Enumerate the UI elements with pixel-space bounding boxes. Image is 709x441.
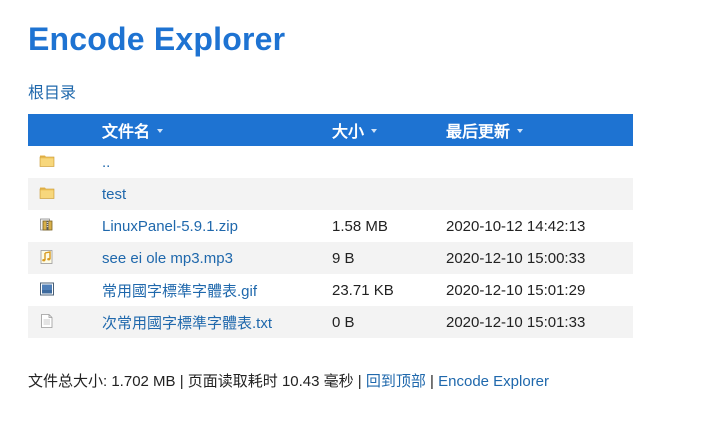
footer-separator: | xyxy=(425,373,439,390)
file-size: 1.58 MB xyxy=(332,217,388,235)
folder-icon xyxy=(39,187,55,199)
page-footer: 文件总大小: 1.702 MB | 页面读取耗时 10.43 毫秒 | 回到顶部… xyxy=(28,372,549,392)
table-row: .. xyxy=(28,146,633,178)
archive-icon xyxy=(40,218,53,230)
sort-by-size-button[interactable]: 大小 xyxy=(332,114,446,146)
audio-icon xyxy=(40,249,53,264)
column-size-label: 大小 xyxy=(332,124,365,141)
file-size: 0 B xyxy=(332,306,446,338)
file-size: 23.71 KB xyxy=(332,281,394,299)
back-to-top-link[interactable]: 回到顶部 xyxy=(366,373,426,390)
page-title[interactable]: Encode Explorer xyxy=(28,19,285,59)
file-size xyxy=(332,178,446,210)
parent-directory-link[interactable]: .. xyxy=(102,154,110,171)
table-row: test xyxy=(28,178,633,210)
file-size: 9 B xyxy=(332,242,446,274)
file-modified: 2020-12-10 15:01:33 xyxy=(446,306,633,338)
file-link[interactable]: see ei ole mp3.mp3 xyxy=(102,250,233,267)
file-modified xyxy=(446,146,633,178)
folder-icon xyxy=(39,155,55,167)
sort-arrow-icon xyxy=(517,128,524,133)
table-row: see ei ole mp3.mp3 9 B 2020-12-10 15:00:… xyxy=(28,242,633,274)
table-row: 次常用國字標準字體表.txt 0 B 2020-12-10 15:01:33 xyxy=(28,306,633,338)
header-icon-cell xyxy=(28,114,102,146)
file-modified xyxy=(446,178,633,210)
sort-arrow-icon xyxy=(371,128,378,133)
image-icon xyxy=(40,282,54,296)
file-size xyxy=(332,146,446,178)
file-link[interactable]: 次常用國字標準字體表.txt xyxy=(102,315,272,332)
column-modified-label: 最后更新 xyxy=(446,124,511,141)
footer-brand-link[interactable]: Encode Explorer xyxy=(438,373,549,390)
table-header-row: 文件名 大小 最后更新 xyxy=(28,114,633,146)
table-row: 常用國字標準字體表.gif 23.71 KB 2020-12-10 15:01:… xyxy=(28,274,633,306)
sort-arrow-icon xyxy=(157,128,164,133)
file-link[interactable]: 常用國字標準字體表.gif xyxy=(102,283,257,300)
file-link[interactable]: LinuxPanel-5.9.1.zip xyxy=(102,218,238,235)
footer-stats: 文件总大小: 1.702 MB | 页面读取耗时 10.43 毫秒 | xyxy=(28,373,366,390)
breadcrumb-root[interactable]: 根目录 xyxy=(28,84,76,104)
file-link[interactable]: test xyxy=(102,186,126,203)
text-file-icon xyxy=(41,313,53,328)
sort-by-name-button[interactable]: 文件名 xyxy=(102,114,332,146)
file-table: 文件名 大小 最后更新 .. test LinuxPanel-5.9.1.zip… xyxy=(28,114,633,338)
file-modified: 2020-12-10 15:00:33 xyxy=(446,242,633,274)
file-modified: 2020-12-10 15:01:29 xyxy=(446,281,586,299)
table-row: LinuxPanel-5.9.1.zip 1.58 MB 2020-10-12 … xyxy=(28,210,633,242)
sort-by-modified-button[interactable]: 最后更新 xyxy=(446,114,633,146)
column-name-label: 文件名 xyxy=(102,124,151,141)
file-modified: 2020-10-12 14:42:13 xyxy=(446,217,586,235)
